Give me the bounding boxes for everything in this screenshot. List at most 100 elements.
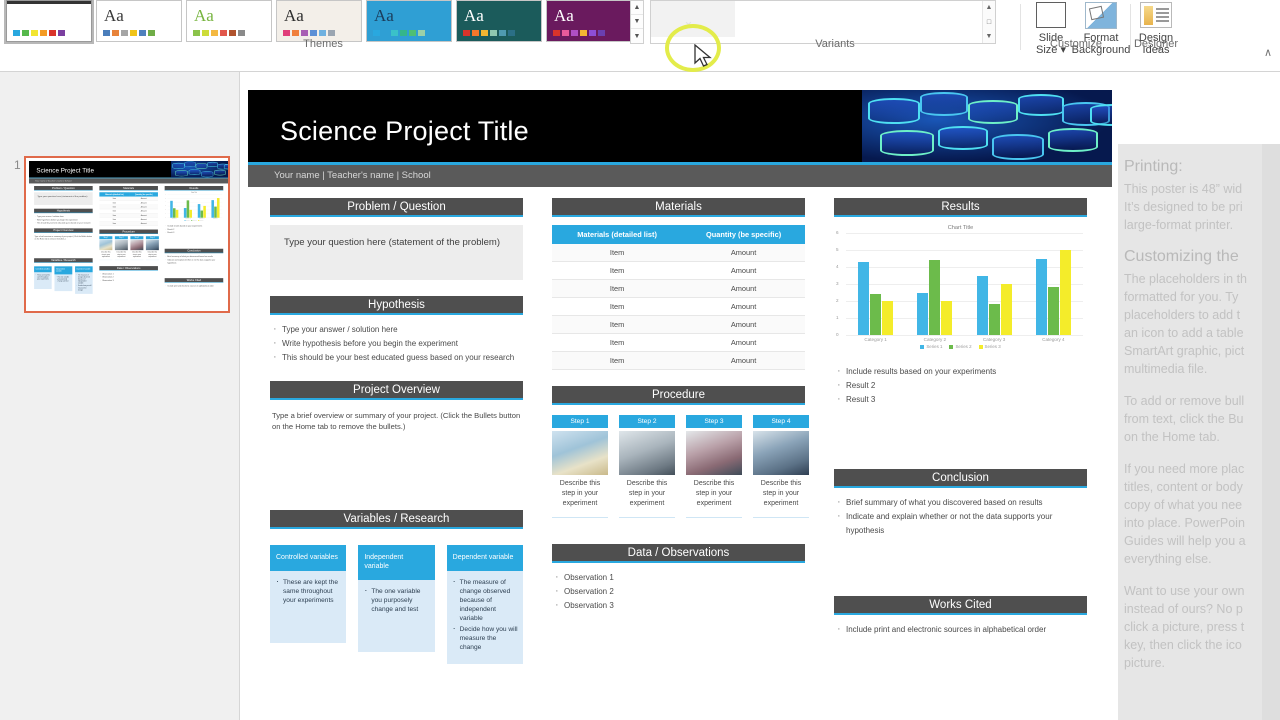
- results-bullets[interactable]: Include results based on your experiment…: [834, 364, 1087, 407]
- variants-scroll-thumb[interactable]: □: [983, 16, 995, 29]
- hypothesis-heading: Hypothesis: [270, 296, 523, 315]
- chart-legend: Series 1 Series 2 Series 3: [834, 344, 1087, 349]
- procedure-step-image[interactable]: [753, 431, 809, 475]
- color-swatch: [553, 30, 560, 36]
- results-chart[interactable]: Chart Title 0 1 2 3 4 5 6 Category 1 Category 2…: [834, 225, 1087, 353]
- instructions-text-panel[interactable]: Printing: This poster is 48” wid It’s desi…: [1118, 144, 1280, 720]
- color-swatch: [463, 30, 470, 36]
- table-cell: Item: [99, 221, 130, 226]
- table-row[interactable]: Item Amount: [552, 333, 805, 352]
- problem-body[interactable]: Type your question here (statement of th…: [270, 225, 523, 280]
- instructions-line: from text, click the Bu: [1124, 412, 1244, 426]
- slide-canvas[interactable]: Science Project Title Your name | Teache…: [248, 90, 1112, 720]
- conclusion-bullet: Indicate and explain whether or not the …: [165, 258, 224, 264]
- section-materials: Materials Materials (detailed list) Quant…: [99, 186, 158, 226]
- color-swatch: [418, 30, 425, 36]
- procedure-step-image[interactable]: [552, 431, 608, 475]
- slide-size-icon: [1034, 2, 1068, 30]
- procedure-step-label: Step 4: [145, 236, 159, 240]
- table-row[interactable]: Item Amount: [552, 297, 805, 316]
- chart-bar: [929, 260, 941, 335]
- variable-card-body[interactable]: The measure of change observed because o…: [446, 571, 523, 664]
- color-swatch: [589, 30, 596, 36]
- themes-scroll-up-button[interactable]: ▲: [631, 1, 643, 15]
- chart-bar-group: [905, 233, 964, 335]
- observation-bullet: Observation 1: [552, 570, 805, 585]
- chart-bar-group: [965, 233, 1024, 335]
- theme-tile-wisp-theme[interactable]: Aa: [276, 0, 362, 42]
- procedure-step-image[interactable]: [619, 431, 675, 475]
- procedure-step: Step 4 Describe this step in your experim…: [753, 415, 809, 518]
- panel-shade: [1262, 144, 1280, 720]
- table-row[interactable]: Item Amount: [552, 315, 805, 334]
- instructions-line: multimedia file.: [1124, 362, 1208, 376]
- chart-bar: [1035, 258, 1047, 335]
- works-cited-bullet: Include print and electronic sources in …: [165, 284, 224, 287]
- instructions-line: picture.: [1124, 656, 1165, 670]
- instructions-line: instead of ours? No p: [1124, 602, 1243, 616]
- overview-body[interactable]: Type a brief overview or summary of your…: [270, 408, 523, 434]
- instructions-heading: Printing:: [1124, 158, 1183, 175]
- table-cell: Amount: [682, 333, 805, 352]
- instructions-line: key, then click the ico: [1124, 638, 1242, 652]
- procedure-step-image[interactable]: [686, 431, 742, 475]
- slide-number-label: 1: [14, 158, 21, 172]
- table-row[interactable]: Item Amount: [552, 351, 805, 370]
- theme-tile-office-theme[interactable]: [4, 0, 94, 44]
- result-bullet: Result 2: [834, 378, 1087, 393]
- table-row[interactable]: Item Amount: [552, 244, 805, 262]
- table-row[interactable]: Item Amount: [552, 279, 805, 298]
- slide-title[interactable]: Science Project Title: [280, 116, 529, 147]
- byline-text[interactable]: Your name | Teacher's name | School: [274, 170, 431, 181]
- problem-heading: Problem / Question: [270, 198, 523, 217]
- instructions-line: This poster is 48” wid: [1124, 182, 1243, 196]
- chart-bar-group: [209, 194, 223, 218]
- theme-tile-pattern-theme[interactable]: Aa: [366, 0, 452, 42]
- conclusion-bullets[interactable]: Brief summary of what you discovered bas…: [834, 495, 1087, 538]
- works-cited-heading: Works Cited: [164, 278, 224, 283]
- theme-tile-ion-theme[interactable]: Aa: [186, 0, 272, 42]
- chart-plot-area: 0 1 2 3 4 5 6: [165, 193, 223, 218]
- chart-x-axis-labels: Category 1 Category 2 Category 3 Category 4: [846, 337, 1083, 342]
- materials-table-body[interactable]: Item Amount Item Amount Item Amount Item Amount…: [552, 244, 805, 370]
- color-swatch: [481, 30, 488, 36]
- section-materials: Materials Materials (detailed list) Quant…: [552, 198, 805, 370]
- procedure-step-caption: Describe this step in your experiment: [101, 251, 111, 258]
- materials-table: Materials (detailed list) Quantity (be sp…: [99, 192, 158, 226]
- theme-tile-facet-theme[interactable]: Aa: [96, 0, 182, 42]
- slide-thumbnails-pane[interactable]: 1 Science Project Title Your name | Teac…: [0, 72, 240, 720]
- instructions-content[interactable]: Printing: This poster is 48” wid It’s desi…: [1124, 156, 1280, 672]
- theme-tile-slice-theme[interactable]: Aa: [456, 0, 542, 42]
- themes-scroll-down-button[interactable]: ▼: [631, 15, 643, 29]
- theme-swatches: [373, 30, 425, 36]
- theme-sample-text: Aa: [374, 6, 394, 25]
- overview-body: Type a brief overview or summary of your…: [34, 235, 93, 240]
- hypothesis-bullets: Type your answer / solution hereWrite hy…: [34, 215, 93, 225]
- procedure-heading: Procedure: [99, 229, 158, 234]
- hypothesis-bullets[interactable]: Type your answer / solution hereWrite hy…: [270, 322, 523, 365]
- observation-bullets[interactable]: Observation 1Observation 2Observation 3: [552, 570, 805, 613]
- test-tube-shape: [1018, 94, 1064, 116]
- collapse-ribbon-icon[interactable]: ∧: [1264, 46, 1272, 59]
- section-overview: Project Overview Type a brief overview o…: [34, 228, 93, 240]
- variable-card-body[interactable]: These are kept the same throughout your …: [270, 571, 347, 643]
- procedure-step-caption: Describe this step in your experiment: [760, 480, 802, 507]
- chart-bar: [917, 292, 929, 335]
- works-cited-bullets[interactable]: Include print and electronic sources in …: [834, 622, 1087, 637]
- result-bullet: Result 3: [165, 231, 224, 234]
- slide-thumbnail-1[interactable]: Science Project Title Your name | Teache…: [24, 156, 230, 313]
- chart-x-tick-label: Category 4: [1042, 337, 1065, 342]
- variants-scroll-up-button[interactable]: ▲: [983, 1, 995, 14]
- instructions-line: on the Home tab.: [1124, 430, 1220, 444]
- column-left: Problem / Question Type your question he…: [34, 186, 93, 298]
- theme-tile-berlin-theme[interactable]: Aa: [546, 0, 632, 42]
- section-hypothesis: Hypothesis Type your answer / solution h…: [270, 296, 523, 365]
- materials-table[interactable]: Materials (detailed list) Quantity (be sp…: [552, 225, 805, 370]
- variants-scrollbar[interactable]: ▲ □ ▼: [982, 1, 995, 43]
- test-tube-shape: [207, 161, 218, 168]
- table-row[interactable]: Item Amount: [552, 261, 805, 280]
- variables-heading: Variables / Research: [270, 510, 523, 529]
- variable-card-body[interactable]: The one variable you purposely change an…: [358, 580, 435, 652]
- mouse-cursor-icon: [694, 44, 712, 67]
- legend-label: Series 3: [199, 219, 204, 221]
